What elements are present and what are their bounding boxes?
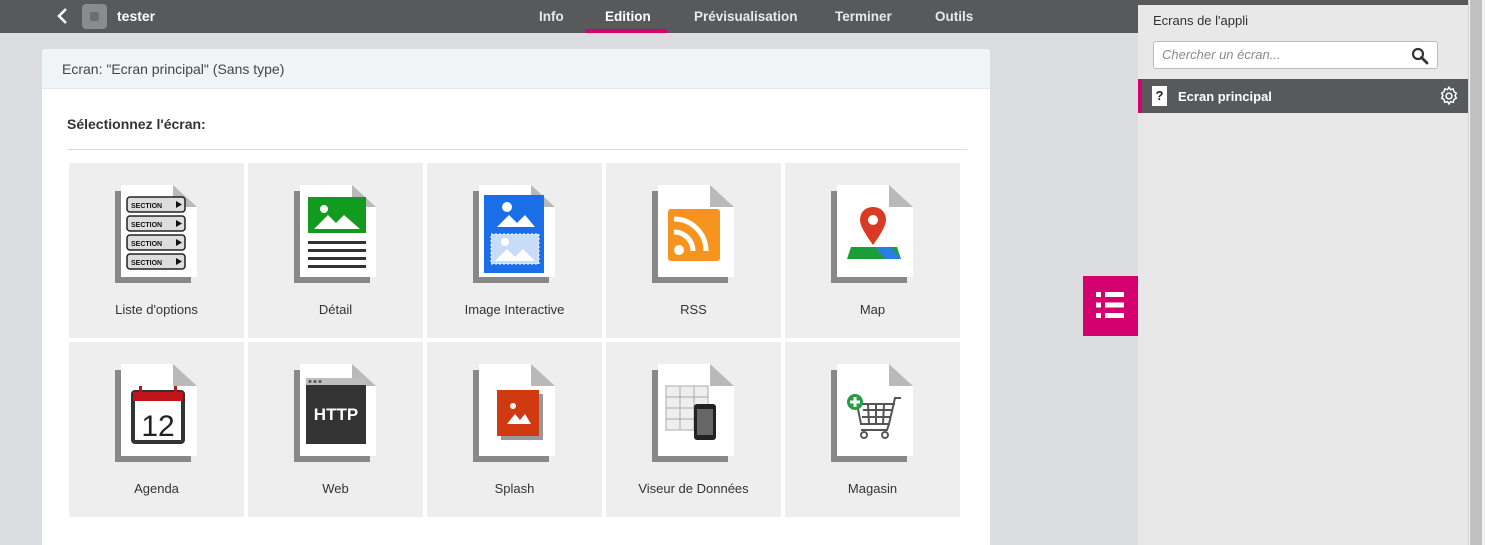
active-tab-indicator <box>585 29 667 33</box>
app-name: tester <box>117 8 156 24</box>
interactive-image-icon <box>473 185 555 283</box>
selected-indicator <box>1138 79 1142 113</box>
unknown-screen-icon: ? <box>1152 86 1167 106</box>
data-viewer-icon <box>652 364 734 462</box>
screen-type-label: Splash <box>494 481 535 496</box>
calendar-day: 12 <box>141 410 174 443</box>
screen-type-label: RSS <box>680 302 707 317</box>
sidebar-top-strip <box>1138 0 1468 5</box>
tab-terminer[interactable]: Terminer <box>835 9 892 24</box>
panel-header: Ecran: "Ecran principal" (Sans type) <box>42 49 990 89</box>
toggle-screens-list-button[interactable] <box>1083 276 1138 336</box>
tab-previsualisation[interactable]: Prévisualisation <box>694 9 798 24</box>
list-options-icon: SECTION SECTION SECTION SECTION <box>115 185 197 283</box>
screen-name: Ecran principal <box>1178 89 1272 104</box>
calendar-icon: 12 <box>115 364 197 462</box>
http-icon: HTTP <box>294 364 376 462</box>
screen-type-label: Viseur de Données <box>638 481 749 496</box>
screen-type-label: Web <box>322 481 349 496</box>
detail-icon <box>294 185 376 283</box>
tab-info[interactable]: Info <box>539 9 564 24</box>
gear-icon[interactable] <box>1438 85 1460 107</box>
screen-type-rss[interactable]: RSS <box>606 163 781 338</box>
section-label: SECTION <box>131 203 162 210</box>
section-label: SECTION <box>131 260 162 267</box>
tab-outils[interactable]: Outils <box>935 9 973 24</box>
map-icon <box>831 185 913 283</box>
screen-type-panel: Ecran: "Ecran principal" (Sans type) Sél… <box>42 49 990 545</box>
scrollbar-thumb[interactable] <box>1470 0 1482 545</box>
top-bar: tester Info Edition Prévisualisation Ter… <box>0 0 1138 33</box>
screen-type-data-viewer[interactable]: Viseur de Données <box>606 342 781 517</box>
screens-sidebar: Ecrans de l'appli ? Ecran principal <box>1138 0 1485 545</box>
screen-type-map[interactable]: Map <box>785 163 960 338</box>
screen-list-item[interactable]: ? Ecran principal <box>1138 79 1468 113</box>
sidebar-title: Ecrans de l'appli <box>1153 13 1248 28</box>
screen-type-store[interactable]: Magasin <box>785 342 960 517</box>
shopping-cart-icon <box>831 364 913 462</box>
tab-edition[interactable]: Edition <box>605 9 651 24</box>
screen-search-input[interactable] <box>1162 47 1402 62</box>
search-icon[interactable] <box>1411 47 1429 65</box>
screen-type-label: Agenda <box>134 481 179 496</box>
http-text: HTTP <box>314 405 358 424</box>
screen-search <box>1153 41 1438 69</box>
screen-type-label: Détail <box>318 302 353 317</box>
back-arrow-icon[interactable] <box>56 6 76 26</box>
screen-type-agenda[interactable]: 12 Agenda <box>69 342 244 517</box>
rss-icon <box>652 185 734 283</box>
screen-type-label: Map <box>859 302 886 317</box>
screen-type-detail[interactable]: Détail <box>248 163 423 338</box>
screen-type-label: Image Interactive <box>464 302 565 317</box>
section-label: SECTION <box>131 241 162 248</box>
screen-type-list-options[interactable]: SECTION SECTION SECTION SECTION Liste d'… <box>69 163 244 338</box>
screen-type-interactive-image[interactable]: Image Interactive <box>427 163 602 338</box>
list-icon <box>1096 292 1124 318</box>
section-title: Sélectionnez l'écran: <box>67 116 206 132</box>
splash-icon <box>473 364 555 462</box>
screen-type-label: Liste d'options <box>115 302 198 317</box>
screen-type-splash[interactable]: Splash <box>427 342 602 517</box>
section-label: SECTION <box>131 222 162 229</box>
app-icon <box>82 4 107 29</box>
divider <box>67 149 967 150</box>
screen-type-web[interactable]: HTTP Web <box>248 342 423 517</box>
screen-type-label: Magasin <box>847 481 898 496</box>
